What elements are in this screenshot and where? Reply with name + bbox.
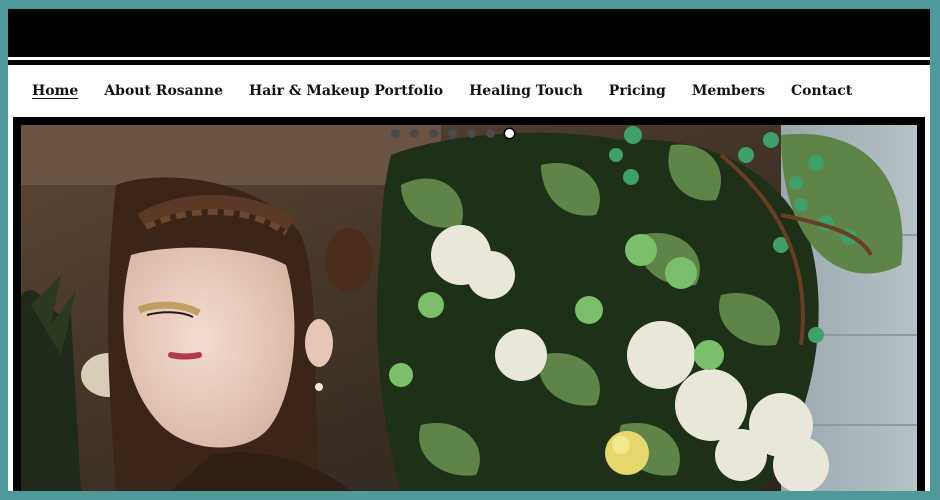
nav-hair-makeup-portfolio[interactable]: Hair & Makeup Portfolio bbox=[249, 83, 443, 99]
image-slider[interactable] bbox=[13, 117, 925, 491]
nav-healing-touch[interactable]: Healing Touch bbox=[469, 83, 583, 99]
main-nav: Home About Rosanne Hair & Makeup Portfol… bbox=[32, 79, 852, 103]
header-banner bbox=[8, 9, 930, 57]
header-divider bbox=[8, 60, 930, 65]
page-frame: Home About Rosanne Hair & Makeup Portfol… bbox=[8, 9, 930, 491]
slider-dot[interactable] bbox=[391, 129, 400, 138]
slider-dot[interactable] bbox=[448, 129, 457, 138]
nav-home[interactable]: Home bbox=[32, 83, 78, 99]
nav-about-rosanne[interactable]: About Rosanne bbox=[104, 83, 223, 99]
slider-pagination bbox=[391, 129, 514, 138]
nav-contact[interactable]: Contact bbox=[791, 83, 852, 99]
slider-dot-active[interactable] bbox=[505, 129, 514, 138]
slider-dot[interactable] bbox=[486, 129, 495, 138]
slider-dot[interactable] bbox=[429, 129, 438, 138]
slide-photo bbox=[21, 125, 917, 491]
nav-pricing[interactable]: Pricing bbox=[609, 83, 666, 99]
slider-dot[interactable] bbox=[467, 129, 476, 138]
nav-members[interactable]: Members bbox=[692, 83, 765, 99]
slider-dot[interactable] bbox=[410, 129, 419, 138]
